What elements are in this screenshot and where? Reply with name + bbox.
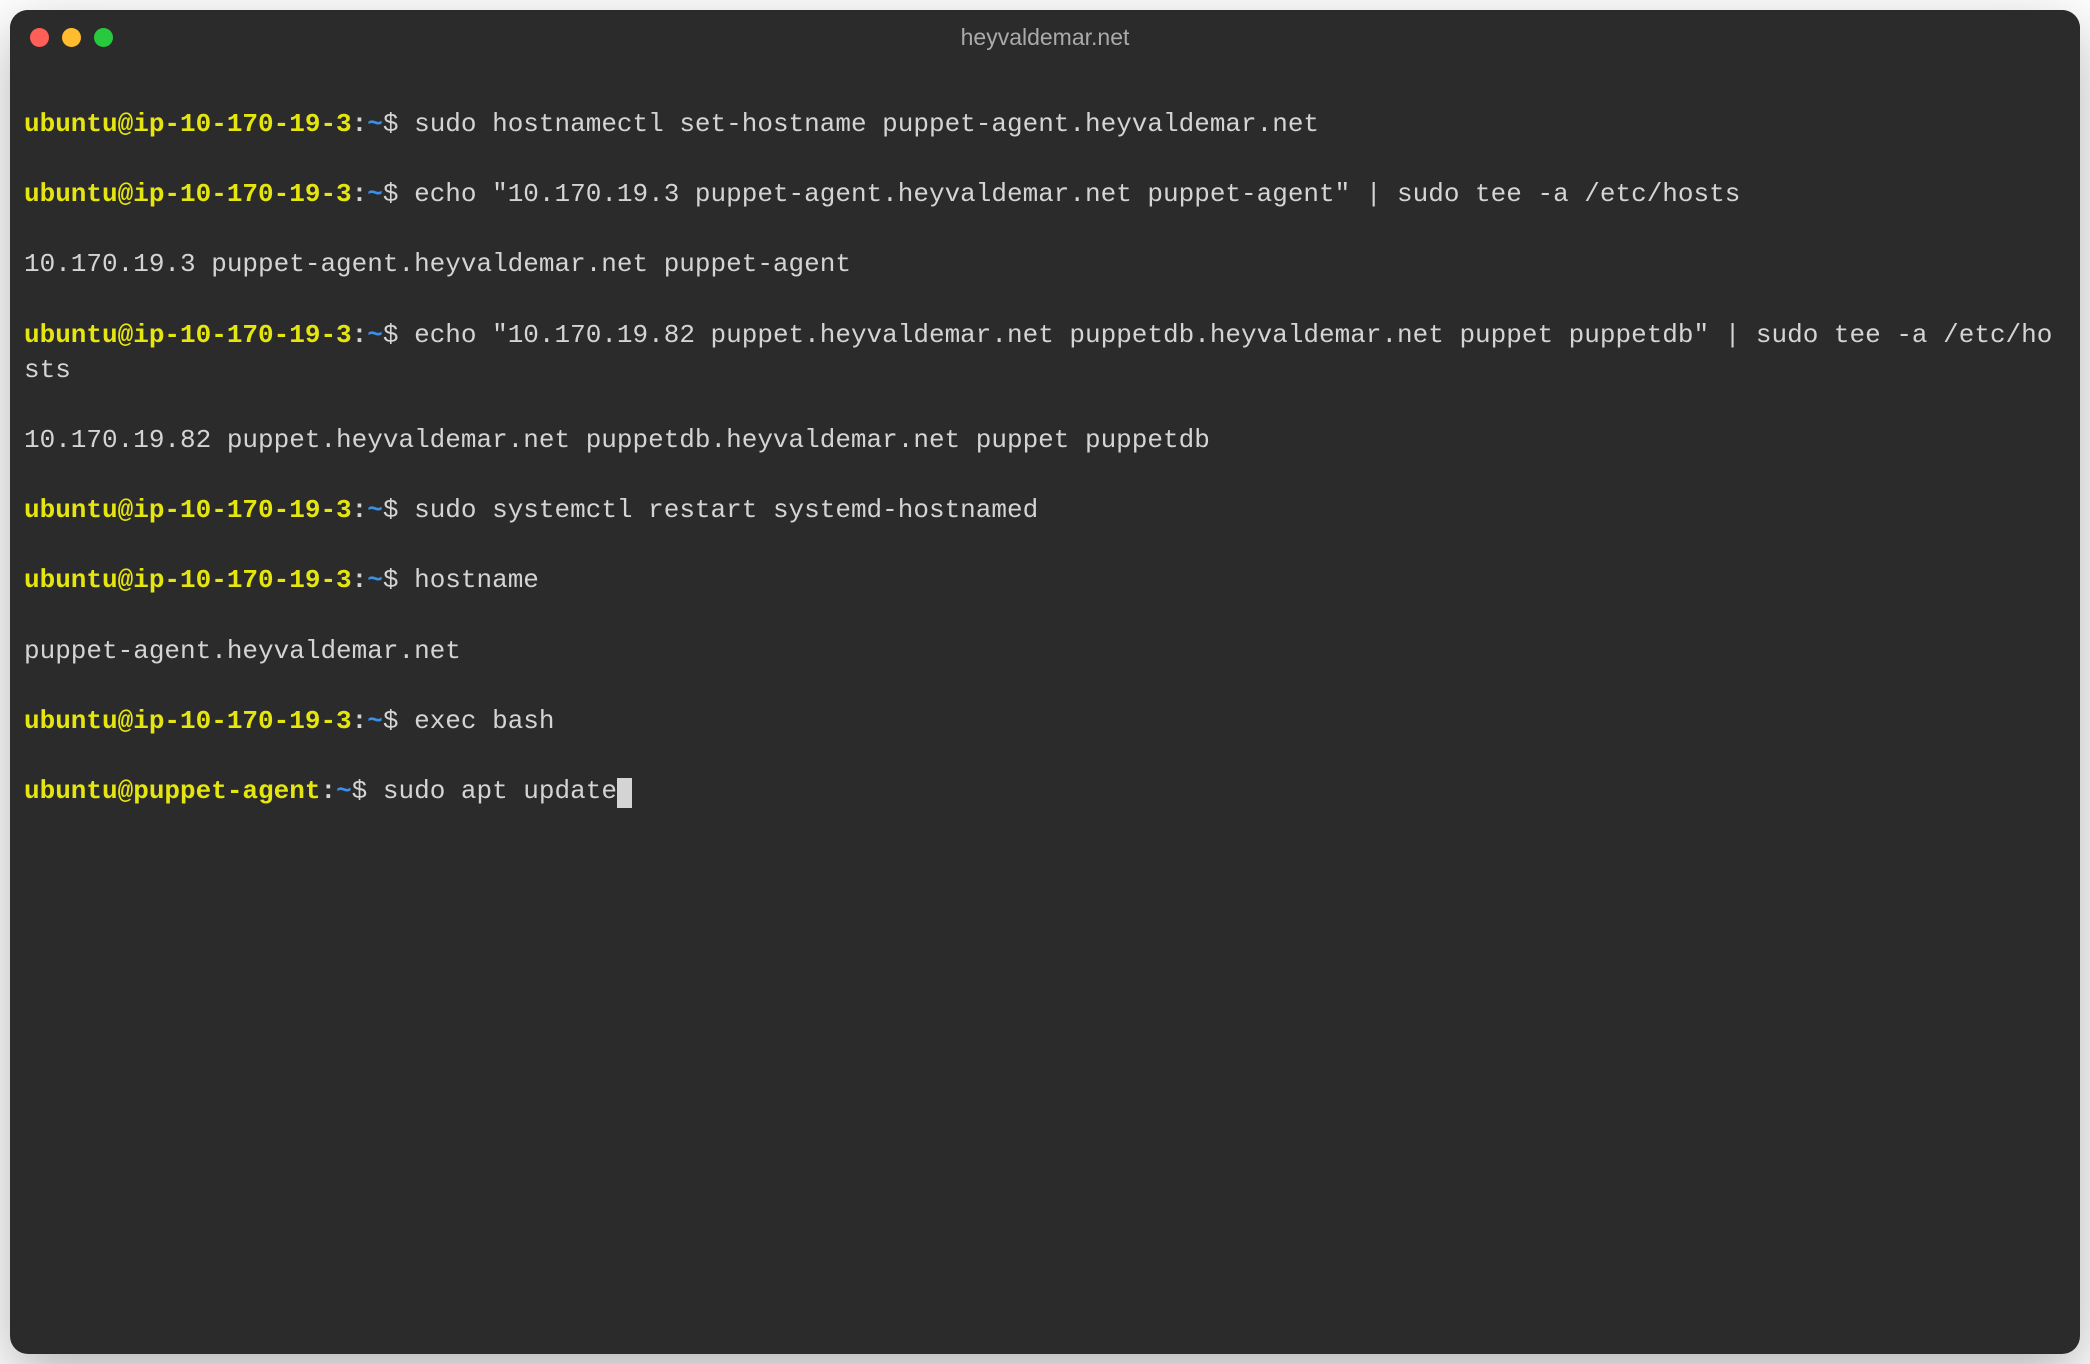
prompt-colon: : (352, 706, 368, 736)
prompt-colon: : (352, 495, 368, 525)
command-text: hostname (398, 565, 538, 595)
maximize-button[interactable] (94, 28, 113, 47)
prompt-path: ~ (367, 706, 383, 736)
prompt-colon: : (352, 320, 368, 350)
prompt-dollar: $ (383, 565, 399, 595)
output-line: 10.170.19.82 puppet.heyvaldemar.net pupp… (24, 423, 2066, 458)
prompt-colon: : (320, 776, 336, 806)
terminal-line: ubuntu@ip-10-170-19-3:~$ exec bash (24, 704, 2066, 739)
traffic-lights (30, 28, 113, 47)
prompt-userhost: ubuntu@ip-10-170-19-3 (24, 706, 352, 736)
close-button[interactable] (30, 28, 49, 47)
prompt-dollar: $ (383, 179, 399, 209)
terminal-window: heyvaldemar.net ubuntu@ip-10-170-19-3:~$… (10, 10, 2080, 1354)
prompt-path: ~ (367, 179, 383, 209)
prompt-colon: : (352, 179, 368, 209)
titlebar[interactable]: heyvaldemar.net (10, 10, 2080, 64)
prompt-colon: : (352, 565, 368, 595)
prompt-userhost: ubuntu@ip-10-170-19-3 (24, 320, 352, 350)
terminal-body[interactable]: ubuntu@ip-10-170-19-3:~$ sudo hostnamect… (10, 64, 2080, 1354)
prompt-userhost: ubuntu@ip-10-170-19-3 (24, 495, 352, 525)
prompt-dollar: $ (383, 495, 399, 525)
output-line: 10.170.19.3 puppet-agent.heyvaldemar.net… (24, 247, 2066, 282)
terminal-line: ubuntu@ip-10-170-19-3:~$ echo "10.170.19… (24, 177, 2066, 212)
window-title: heyvaldemar.net (961, 24, 1130, 51)
prompt-path: ~ (367, 495, 383, 525)
prompt-colon: : (352, 109, 368, 139)
prompt-path: ~ (336, 776, 352, 806)
terminal-line: ubuntu@ip-10-170-19-3:~$ sudo systemctl … (24, 493, 2066, 528)
terminal-line: ubuntu@ip-10-170-19-3:~$ hostname (24, 563, 2066, 598)
prompt-userhost: ubuntu@ip-10-170-19-3 (24, 565, 352, 595)
terminal-line: ubuntu@ip-10-170-19-3:~$ sudo hostnamect… (24, 107, 2066, 142)
prompt-path: ~ (367, 320, 383, 350)
prompt-userhost: ubuntu@ip-10-170-19-3 (24, 179, 352, 209)
minimize-button[interactable] (62, 28, 81, 47)
prompt-path: ~ (367, 565, 383, 595)
prompt-dollar: $ (383, 706, 399, 736)
cursor (617, 778, 632, 808)
command-text: sudo hostnamectl set-hostname puppet-age… (398, 109, 1319, 139)
command-text: exec bash (398, 706, 554, 736)
command-text: sudo apt update (367, 776, 617, 806)
prompt-userhost: ubuntu@ip-10-170-19-3 (24, 109, 352, 139)
command-text: echo "10.170.19.3 puppet-agent.heyvaldem… (398, 179, 1740, 209)
terminal-line: ubuntu@ip-10-170-19-3:~$ echo "10.170.19… (24, 318, 2066, 388)
prompt-dollar: $ (383, 109, 399, 139)
terminal-line: ubuntu@puppet-agent:~$ sudo apt update (24, 774, 2066, 809)
prompt-dollar: $ (383, 320, 399, 350)
output-line: puppet-agent.heyvaldemar.net (24, 634, 2066, 669)
prompt-userhost: ubuntu@puppet-agent (24, 776, 320, 806)
command-text: sudo systemctl restart systemd-hostnamed (398, 495, 1038, 525)
prompt-path: ~ (367, 109, 383, 139)
prompt-dollar: $ (352, 776, 368, 806)
